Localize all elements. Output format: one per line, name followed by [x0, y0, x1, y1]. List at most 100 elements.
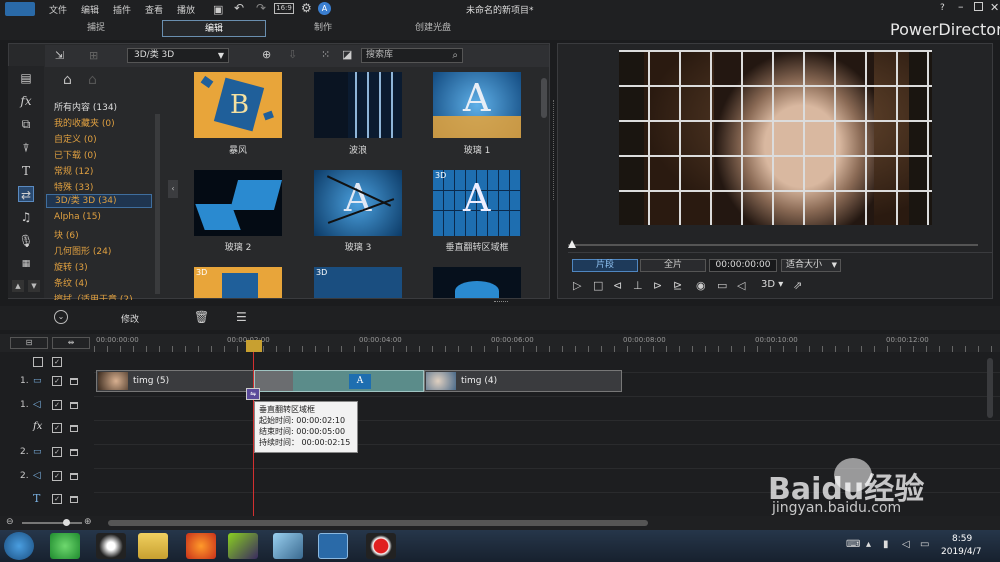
particle-room-icon[interactable]: ⍒: [18, 140, 34, 156]
track-enable-checkbox[interactable]: ✓: [52, 400, 62, 410]
maximize-icon[interactable]: [974, 2, 983, 11]
category-item-selected[interactable]: 3D/类 3D (34): [46, 194, 152, 208]
menu-plugins[interactable]: 插件: [113, 3, 131, 16]
stop-icon[interactable]: □: [593, 279, 603, 292]
play-icon[interactable]: ▷: [573, 279, 581, 292]
category-item[interactable]: 特殊 (33): [54, 180, 93, 193]
screen-recorder-icon[interactable]: [366, 533, 396, 559]
fit-timeline-icon[interactable]: ⇹: [52, 337, 90, 349]
next-frame-icon[interactable]: ⊳: [653, 279, 662, 292]
network-icon[interactable]: ▭: [920, 539, 929, 550]
track-enable-checkbox[interactable]: ✓: [52, 447, 62, 457]
undo-icon[interactable]: ↶: [234, 1, 244, 15]
category-item[interactable]: 我的收藏夹 (0): [54, 116, 115, 129]
chapter-room-icon[interactable]: ▦: [18, 256, 34, 272]
track-lock-icon[interactable]: [70, 402, 78, 409]
transition-drag-icon[interactable]: ⇋: [246, 388, 260, 400]
account-icon[interactable]: A: [318, 2, 331, 15]
download-icon[interactable]: ⇩: [288, 48, 297, 61]
clip-mode-button[interactable]: 片段: [572, 259, 638, 272]
collapse-panel-icon[interactable]: ‹: [168, 180, 178, 198]
voiceover-icon[interactable]: 🎙: [18, 233, 34, 249]
category-item[interactable]: 条纹 (4): [54, 276, 88, 289]
zoom-fit-dropdown[interactable]: 适合大小 ▼: [781, 259, 841, 272]
track-lock-icon[interactable]: [70, 449, 78, 456]
timeline-horizontal-scrollbar[interactable]: [108, 520, 648, 526]
3d-mode-button[interactable]: 3D ▾: [761, 279, 783, 290]
category-item[interactable]: Alpha (15): [54, 212, 101, 222]
delete-icon[interactable]: 🗑: [194, 310, 209, 324]
tab-capture[interactable]: 捕捉: [36, 20, 156, 37]
library-search-input[interactable]: 搜索库 ⌕: [361, 48, 463, 63]
subtitle-icon[interactable]: ▭: [717, 279, 727, 292]
media-room-icon[interactable]: ▤: [18, 70, 34, 86]
timeline-ruler[interactable]: 00:00:00:00 00:00:02:00 00:00:04:00 00:0…: [94, 334, 1000, 352]
taskbar-time[interactable]: 8:59: [952, 534, 972, 544]
track-lock-icon[interactable]: [70, 473, 78, 480]
modify-button[interactable]: 修改: [121, 312, 139, 325]
grid-view-icon[interactable]: ⁙: [321, 48, 330, 61]
track-lock-icon[interactable]: [70, 378, 78, 385]
pip-room-icon[interactable]: ⧉: [18, 116, 34, 132]
tab-produce[interactable]: 制作: [263, 20, 383, 37]
save-icon[interactable]: ▣: [213, 3, 223, 16]
all-tracks-toggle[interactable]: [33, 357, 43, 367]
firefox-icon[interactable]: [186, 533, 216, 559]
category-item[interactable]: 自定义 (0): [54, 132, 97, 145]
zoom-slider[interactable]: [22, 522, 82, 524]
video-app-icon[interactable]: [228, 533, 258, 559]
menu-edit[interactable]: 编辑: [81, 3, 99, 16]
help-button[interactable]: ?: [940, 3, 945, 13]
track-lock-icon[interactable]: [70, 425, 78, 432]
track-manager-icon[interactable]: ⊟: [10, 337, 48, 349]
powerdirector-taskbar-icon[interactable]: [318, 533, 348, 559]
previous-frame-icon[interactable]: ⊲: [613, 279, 622, 292]
track-enable-checkbox[interactable]: ✓: [52, 494, 62, 504]
library-filter-dropdown[interactable]: 3D/类 3D ▼: [127, 48, 229, 63]
add-to-favorites-icon[interactable]: ⊕: [262, 48, 271, 61]
redo-icon[interactable]: ↷: [256, 1, 266, 15]
horizontal-splitter[interactable]: [494, 301, 508, 303]
audio-mixing-icon[interactable]: ♫: [18, 209, 34, 225]
undock-icon[interactable]: ⇗: [793, 279, 802, 292]
category-item[interactable]: 所有内容 (134): [54, 100, 117, 113]
scrubber-handle[interactable]: [568, 240, 576, 248]
tracks-vertical-scrollbar[interactable]: [987, 358, 993, 418]
full-mode-button[interactable]: 全片: [640, 259, 706, 272]
category-item[interactable]: 常规 (12): [54, 164, 93, 177]
tab-edit[interactable]: 编辑: [162, 20, 266, 37]
menu-file[interactable]: 文件: [49, 3, 67, 16]
library-scrollbar[interactable]: [541, 78, 547, 118]
zoom-out-icon[interactable]: ⊖: [6, 517, 14, 527]
aspect-ratio-icon[interactable]: 16:9: [274, 3, 294, 14]
start-button-icon[interactable]: [4, 532, 34, 560]
timecode-display[interactable]: 00:00:00:00: [709, 259, 777, 272]
zoom-in-icon[interactable]: ⊕: [84, 517, 92, 527]
all-tracks-checkbox[interactable]: ✓: [52, 357, 62, 367]
zoom-slider-handle[interactable]: [63, 519, 70, 526]
tools-dropdown-icon[interactable]: ⌄: [54, 310, 68, 324]
category-item[interactable]: 旋转 (3): [54, 260, 88, 273]
track-lock-icon[interactable]: [70, 496, 78, 503]
qq-icon[interactable]: [96, 533, 126, 559]
fast-forward-icon[interactable]: ⊵: [673, 279, 682, 292]
tag-add-icon[interactable]: ⌂: [63, 72, 72, 88]
settings-gear-icon[interactable]: ⚙: [301, 1, 312, 15]
scroll-up-icon[interactable]: ▲: [12, 280, 24, 292]
transition-thumb-glass-3[interactable]: A: [314, 170, 402, 236]
minimize-icon[interactable]: –: [958, 0, 964, 13]
splitter-handle[interactable]: [553, 100, 555, 200]
transition-thumb-wave[interactable]: [314, 72, 402, 138]
volume-icon[interactable]: ◁: [737, 279, 745, 292]
track-enable-checkbox[interactable]: ✓: [52, 471, 62, 481]
category-item[interactable]: 块 (6): [54, 228, 79, 241]
import-media-icon[interactable]: ⇲: [55, 49, 64, 62]
category-item[interactable]: 几何图形 (24): [54, 244, 111, 257]
transition-clip[interactable]: A: [254, 370, 424, 392]
transition-thumb-glass-1[interactable]: A: [433, 72, 521, 138]
tray-expand-icon[interactable]: ▴: [866, 539, 871, 550]
thumbnail-size-icon[interactable]: ◪: [342, 48, 352, 61]
transition-thumb-row3-1[interactable]: 3D: [194, 267, 282, 298]
tag-remove-icon[interactable]: ⌂: [88, 72, 97, 88]
taskbar-date[interactable]: 2019/4/7: [941, 547, 981, 557]
